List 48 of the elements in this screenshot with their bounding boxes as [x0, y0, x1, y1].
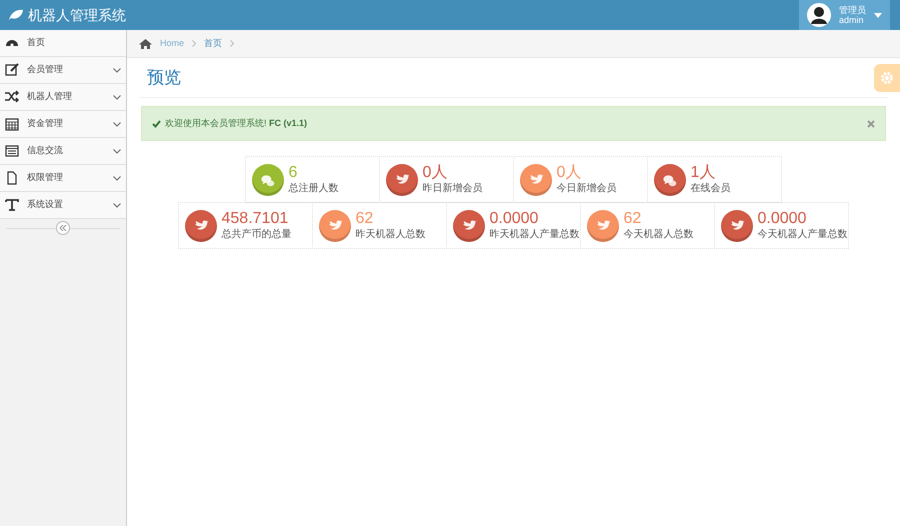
double-chevron-left-icon — [59, 225, 67, 231]
stat-value: 1人 — [690, 163, 716, 182]
sidebar-item[interactable]: 会员管理 — [0, 57, 126, 84]
list-icon — [5, 144, 19, 158]
stat-label: 昨天机器人总数 — [356, 229, 426, 242]
collapse-sidebar-button[interactable] — [56, 221, 70, 235]
stat-label: 昨天机器人产量总数 — [490, 229, 580, 242]
settings-button[interactable] — [874, 64, 900, 92]
sidebar-item[interactable]: 信息交流 — [0, 138, 126, 165]
settings-icon — [880, 70, 894, 84]
stat-value: 62 — [356, 209, 374, 229]
stat-value: 0人 — [556, 163, 582, 182]
user-avatar-icon — [807, 3, 831, 27]
page-title: 预览 — [146, 66, 181, 89]
stat-value: 0.0000 — [490, 209, 540, 228]
stat-value: 0人 — [422, 163, 448, 182]
sidebar-item[interactable]: 机器人管理 — [0, 84, 126, 111]
user-role: 管理员 — [839, 5, 866, 15]
leaf-icon — [8, 9, 24, 21]
sidebar-item[interactable]: 首页 — [0, 30, 126, 57]
stat-label: 今日新增会员 — [556, 183, 616, 196]
chevron-right-icon — [192, 40, 196, 47]
close-icon[interactable] — [867, 120, 875, 128]
stat-label: 总共产币的总量 — [222, 229, 292, 242]
stat-label: 在线会员 — [690, 183, 730, 196]
pencil-square-icon — [5, 63, 19, 77]
shuffle-icon — [5, 90, 19, 104]
stat-value: 6 — [288, 163, 298, 182]
home-icon — [139, 38, 152, 48]
text-icon — [5, 198, 19, 212]
stat-label: 今天机器人产量总数 — [758, 229, 848, 242]
stat-value: 0.0000 — [758, 209, 808, 228]
stat-value: 458.7101 — [222, 209, 290, 228]
sidebar-item[interactable]: 权限管理 — [0, 165, 126, 192]
user-name: admin — [839, 15, 865, 25]
stat-label: 今天机器人总数 — [624, 229, 694, 242]
document-icon — [5, 171, 19, 185]
stat-label: 昨日新增会员 — [422, 183, 482, 196]
check-icon — [152, 120, 161, 128]
app-title: 机器人管理系统 — [28, 6, 126, 24]
stat-value: 62 — [624, 209, 642, 229]
calendar-icon — [5, 117, 19, 131]
sidebar-item[interactable]: 系统设置 — [0, 192, 126, 219]
alert-message: 欢迎使用本会员管理系统! FC (v1.1) — [165, 116, 308, 130]
stat-label: 总注册人数 — [288, 183, 338, 196]
chevron-right-icon — [230, 40, 234, 47]
sidebar-item[interactable]: 资金管理 — [0, 111, 126, 138]
caret-icon — [874, 12, 882, 18]
